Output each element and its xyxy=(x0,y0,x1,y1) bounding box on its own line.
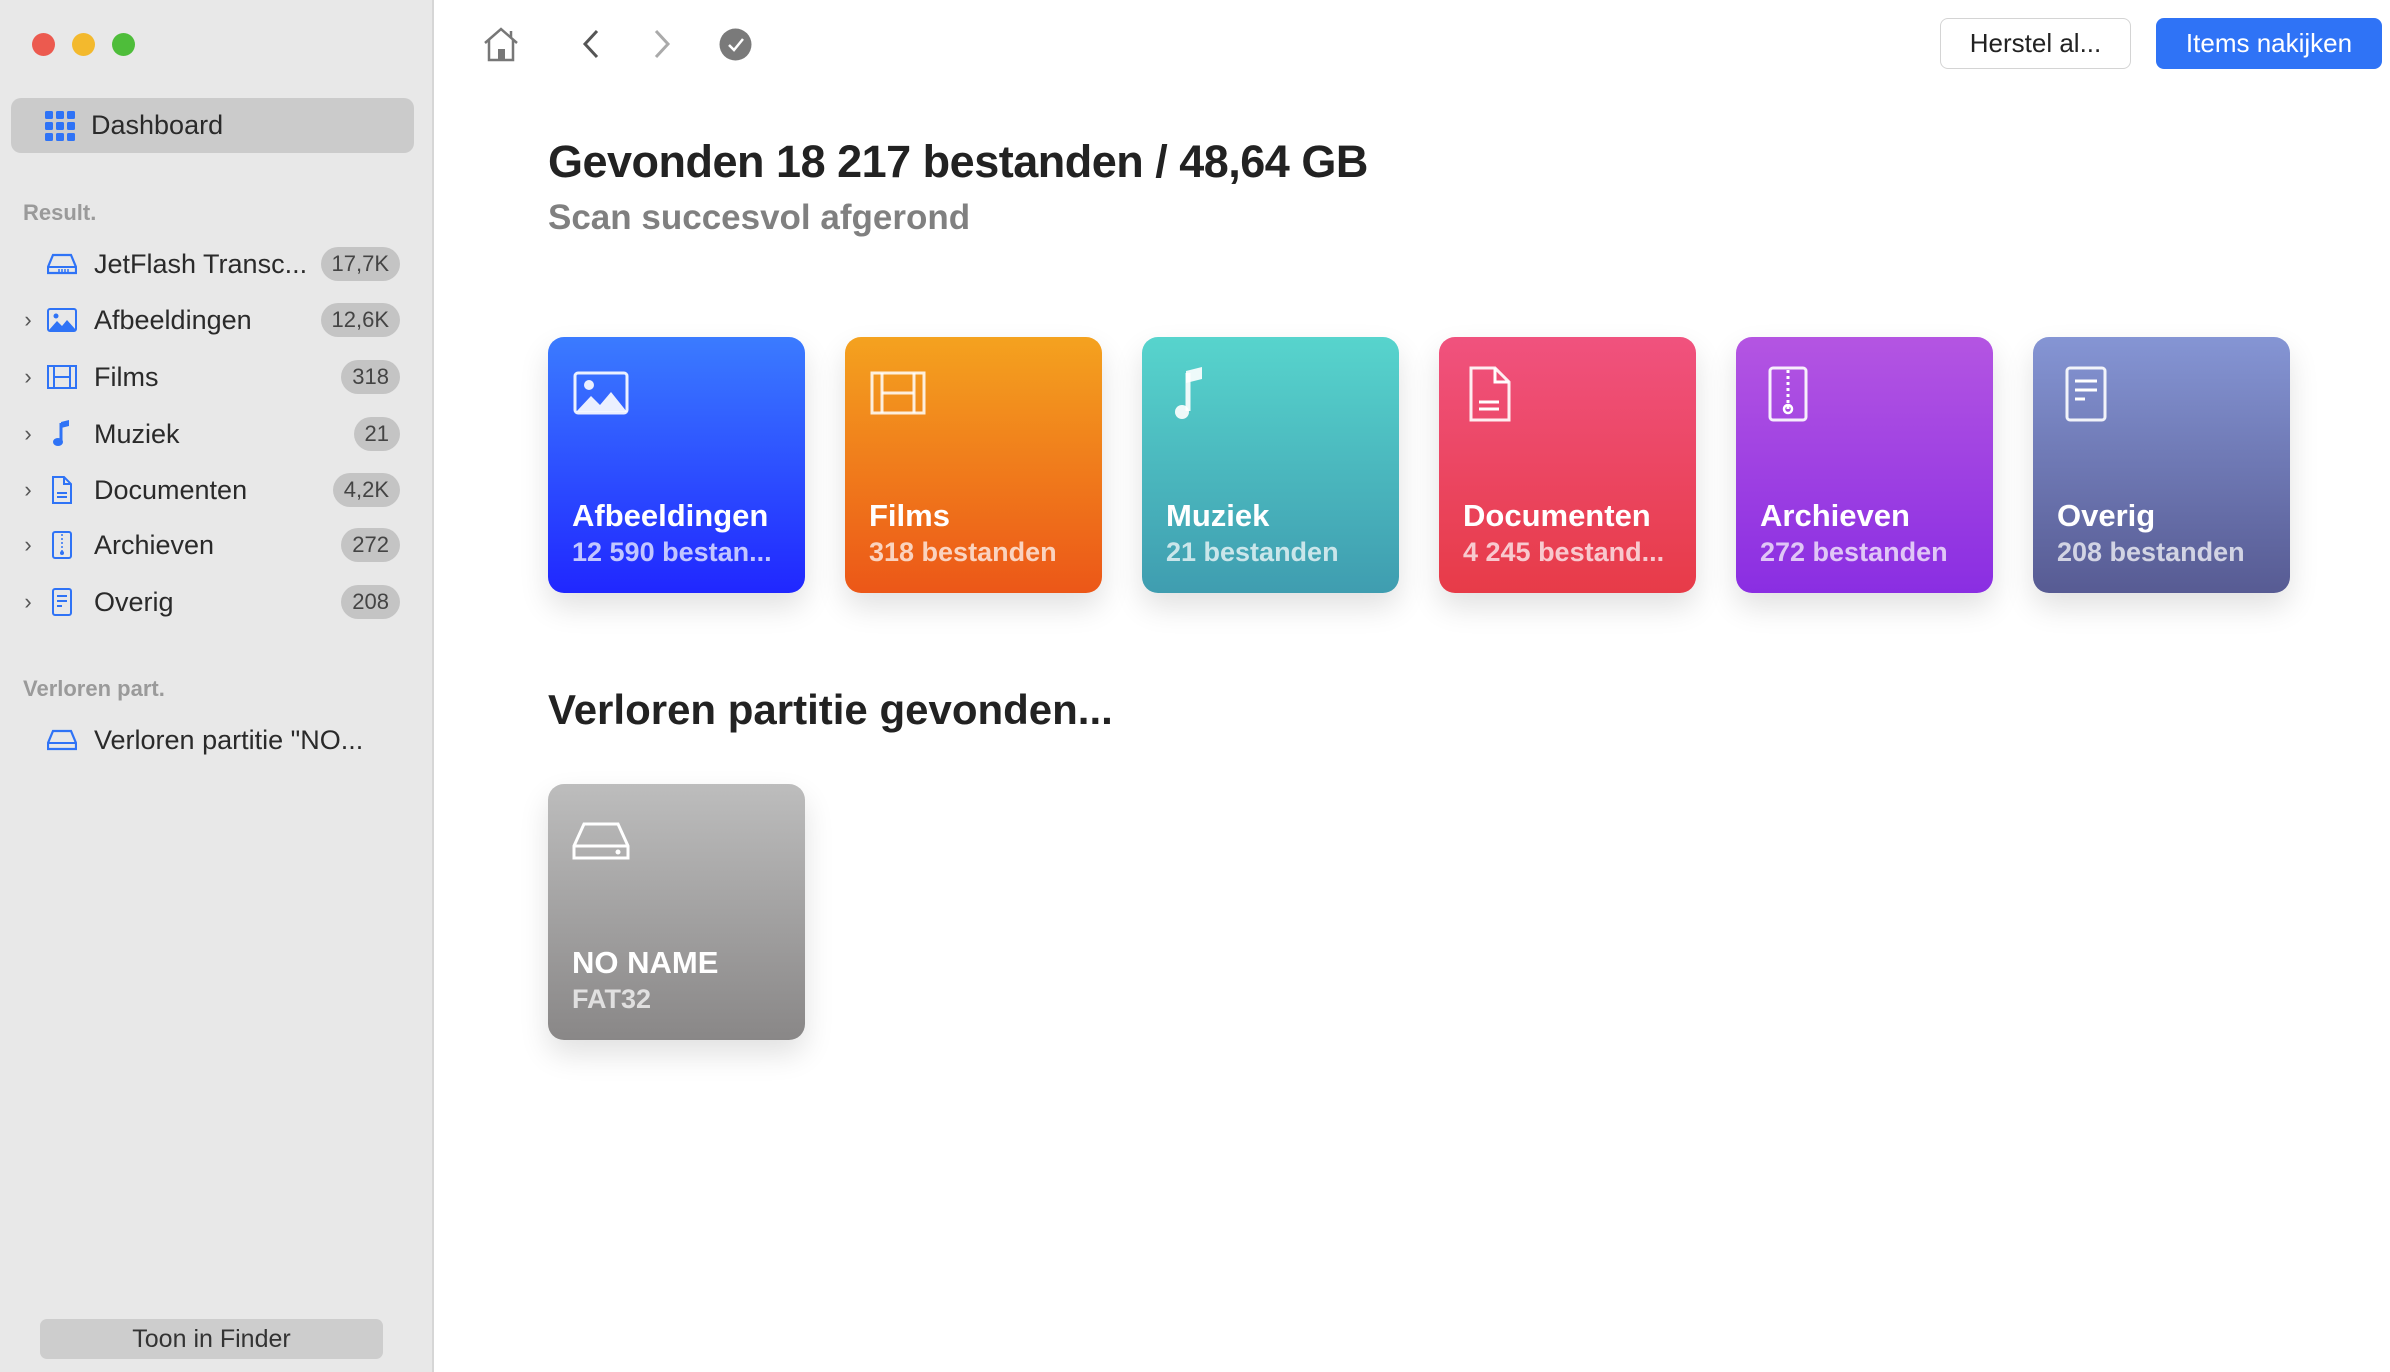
other-file-icon xyxy=(2065,366,2107,422)
sidebar-item-muziek[interactable]: › Muziek 21 xyxy=(0,409,410,459)
drive-icon xyxy=(46,248,78,280)
sidebar-item-afbeeldingen[interactable]: › Afbeeldingen 12,6K xyxy=(0,295,410,345)
home-icon xyxy=(484,27,518,62)
count-badge: 17,7K xyxy=(320,247,400,281)
music-icon xyxy=(1175,367,1202,419)
category-count: 4 245 bestand... xyxy=(1463,537,1665,567)
document-icon xyxy=(1469,366,1511,422)
category-card-overig[interactable]: Overig 208 bestanden xyxy=(2033,337,2290,593)
scan-complete-button[interactable] xyxy=(718,27,752,61)
scan-status: Scan succesvol afgerond xyxy=(548,198,971,237)
film-icon xyxy=(46,361,78,393)
music-icon xyxy=(46,418,78,450)
home-button[interactable] xyxy=(480,24,522,64)
category-label: Overig xyxy=(2057,498,2156,533)
back-button[interactable] xyxy=(576,24,606,64)
review-items-button[interactable]: Items nakijken xyxy=(2156,18,2382,69)
count-badge: 12,6K xyxy=(320,303,400,337)
show-in-finder-button[interactable]: Toon in Finder xyxy=(40,1319,383,1359)
category-card-muziek[interactable]: Muziek 21 bestanden xyxy=(1142,337,1399,593)
partition-filesystem: FAT32 xyxy=(572,984,652,1014)
archive-icon xyxy=(1768,366,1808,422)
drive-icon xyxy=(46,724,78,756)
sidebar-item-jetflash[interactable]: JetFlash Transc... 17,7K xyxy=(0,239,410,289)
category-count: 208 bestanden xyxy=(2057,537,2245,567)
count-badge: 21 xyxy=(353,417,400,451)
category-count: 12 590 bestan... xyxy=(572,537,772,567)
category-count: 272 bestanden xyxy=(1760,537,1948,567)
image-icon xyxy=(573,371,629,415)
partition-card-no-name[interactable]: NO NAME FAT32 xyxy=(548,784,805,1040)
partition-name: NO NAME xyxy=(572,945,719,980)
category-label: Documenten xyxy=(1463,498,1651,533)
category-card-afbeeldingen[interactable]: Afbeeldingen 12 590 bestan... xyxy=(548,337,805,593)
sidebar-item-lost-partition[interactable]: Verloren partitie "NO... xyxy=(0,715,410,765)
lost-partition-title: Verloren partitie gevonden... xyxy=(548,686,1113,733)
category-label: Afbeeldingen xyxy=(572,498,769,533)
zoom-window-button[interactable] xyxy=(112,33,135,56)
category-label: Films xyxy=(869,498,950,533)
count-badge: 208 xyxy=(341,585,400,619)
count-badge: 318 xyxy=(341,360,400,394)
chevron-right-icon[interactable]: › xyxy=(14,477,42,503)
archive-icon xyxy=(46,529,78,561)
category-label: Muziek xyxy=(1166,498,1270,533)
category-card-archieven[interactable]: Archieven 272 bestanden xyxy=(1736,337,1993,593)
page-title: Gevonden 18 217 bestanden / 48,64 GB xyxy=(548,136,1368,187)
chevron-right-icon xyxy=(654,29,671,59)
drive-icon xyxy=(572,822,630,860)
chevron-right-icon[interactable]: › xyxy=(14,307,42,333)
sidebar-item-label: Dashboard xyxy=(91,110,224,140)
count-badge: 272 xyxy=(341,528,400,562)
category-card-films[interactable]: Films 318 bestanden xyxy=(845,337,1102,593)
other-file-icon xyxy=(46,586,78,618)
category-label: Archieven xyxy=(1760,498,1910,533)
recover-all-button[interactable]: Herstel al... xyxy=(1940,18,2131,69)
category-count: 318 bestanden xyxy=(869,537,1057,567)
chevron-right-icon[interactable]: › xyxy=(14,589,42,615)
chevron-right-icon[interactable]: › xyxy=(14,532,42,558)
checkmark-circle-icon xyxy=(719,28,751,60)
sidebar-item-archieven[interactable]: › Archieven 272 xyxy=(0,520,410,570)
results-header: Result. xyxy=(23,200,97,225)
chevron-right-icon[interactable]: › xyxy=(14,364,42,390)
category-count: 21 bestanden xyxy=(1166,537,1339,567)
grid-icon xyxy=(45,110,75,141)
sidebar-item-dashboard[interactable]: Dashboard xyxy=(11,98,414,153)
image-icon xyxy=(46,304,78,336)
close-window-button[interactable] xyxy=(32,33,55,56)
chevron-left-icon xyxy=(582,29,599,59)
forward-button[interactable] xyxy=(647,24,677,64)
sidebar-item-overig[interactable]: › Overig 208 xyxy=(0,577,410,627)
sidebar-item-documenten[interactable]: › Documenten 4,2K xyxy=(0,465,410,515)
category-card-documenten[interactable]: Documenten 4 245 bestand... xyxy=(1439,337,1696,593)
sidebar-item-films[interactable]: › Films 318 xyxy=(0,352,410,402)
chevron-right-icon[interactable]: › xyxy=(14,421,42,447)
document-icon xyxy=(46,474,78,506)
film-icon xyxy=(870,371,926,415)
minimize-window-button[interactable] xyxy=(72,33,95,56)
sidebar: Dashboard Result. JetFlash Transc... 17,… xyxy=(0,0,434,1372)
lost-partitions-header: Verloren part. xyxy=(23,676,165,701)
count-badge: 4,2K xyxy=(332,473,400,507)
